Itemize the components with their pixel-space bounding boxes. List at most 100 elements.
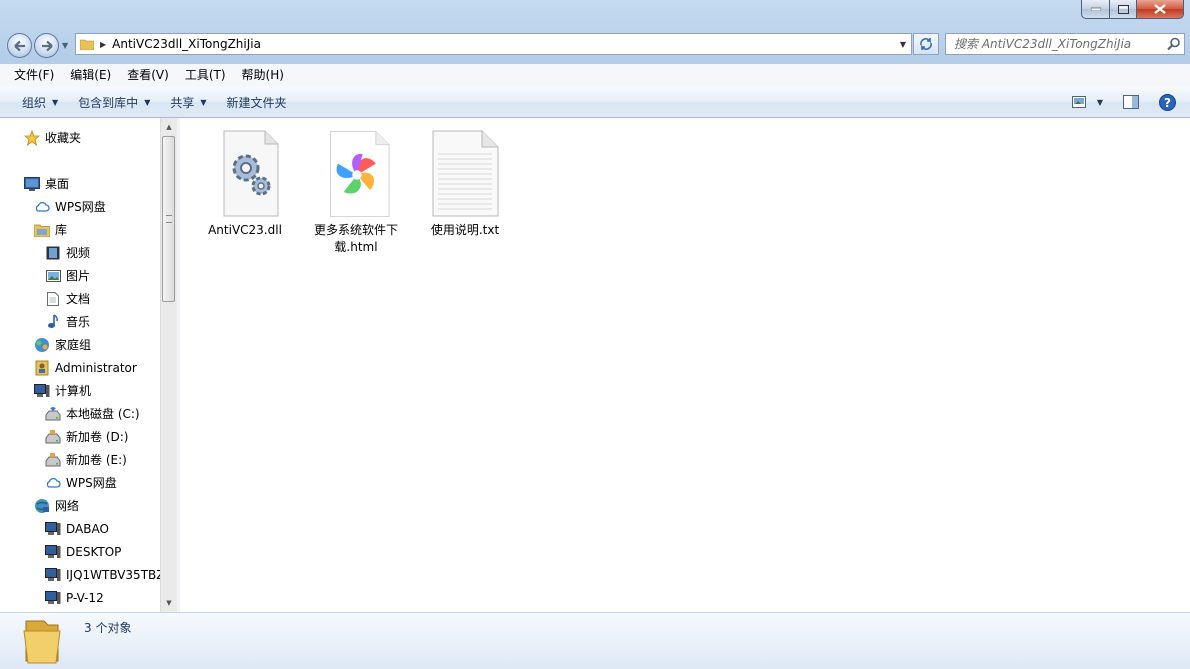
search-input[interactable] [952, 34, 1164, 54]
folder-icon [80, 39, 94, 50]
computer-icon [34, 383, 50, 399]
nav-item-p-v-12[interactable]: P-V-12 [45, 586, 104, 609]
scroll-thumb[interactable] [162, 136, 175, 302]
new-folder-label: 新建文件夹 [226, 95, 287, 110]
nav-item-label: 收藏夹 [45, 131, 82, 145]
back-arrow-icon [13, 40, 25, 51]
nav-item-drive-d[interactable]: 新加卷 (D:) [45, 425, 128, 448]
search-box[interactable] [945, 33, 1185, 55]
search-icon[interactable] [1164, 37, 1184, 51]
nav-item-drive-c[interactable]: 本地磁盘 (C:) [45, 402, 140, 425]
share-button[interactable]: 共享 ▼ [160, 94, 216, 111]
nav-item-homegroup[interactable]: 家庭组 [34, 333, 91, 356]
nav-item-label: 库 [55, 223, 68, 237]
minimize-icon [1090, 7, 1101, 11]
recent-pages-dropdown[interactable]: ▼ [62, 41, 68, 50]
chevron-down-icon: ▼ [144, 97, 151, 107]
homegroup-icon [34, 337, 50, 353]
chevron-down-icon: ▼ [200, 97, 207, 107]
address-path[interactable]: AntiVC23dll_XiTongZhiJia [112, 37, 895, 51]
help-icon: ? [1158, 93, 1176, 111]
file-item[interactable]: AntiVC23.dll [197, 128, 293, 239]
star-icon [24, 129, 40, 146]
nav-item-computer[interactable]: 计算机 [34, 379, 91, 402]
dll-gear-icon [210, 128, 280, 220]
include-in-library-label: 包含到库中 [78, 95, 139, 110]
breadcrumb-separator-icon[interactable]: ▶ [100, 40, 106, 49]
nav-item-label: 桌面 [45, 177, 70, 191]
nav-item-wps-cloud[interactable]: WPS网盘 [34, 195, 106, 218]
menu-edit[interactable]: 编辑(E) [62, 64, 119, 87]
nav-item-label: Administrator [55, 360, 137, 375]
nav-item-documents[interactable]: 文档 [45, 287, 90, 310]
preview-pane-icon [1123, 95, 1139, 109]
back-button[interactable] [7, 33, 32, 58]
nav-item-videos[interactable]: 视频 [45, 241, 90, 264]
forward-button[interactable] [34, 33, 59, 58]
maximize-button[interactable] [1110, 0, 1137, 19]
nav-item-label: 家庭组 [55, 338, 92, 352]
nav-item-label: P-V-12 [66, 590, 104, 605]
organize-button[interactable]: 组织 ▼ [12, 94, 68, 111]
file-view[interactable]: AntiVC23.dll 更多系统软件下载.html 使用说明.txt [180, 118, 1190, 612]
nav-item-library[interactable]: 库 [34, 218, 67, 241]
text-file-icon [430, 128, 500, 220]
chevron-down-icon: ▼ [52, 97, 59, 107]
nav-item-desktop[interactable]: 桌面 [24, 172, 69, 195]
file-name: 更多系统软件下载.html [313, 223, 398, 254]
nav-item-label: DESKTOP [66, 544, 122, 559]
browser-pinwheel-icon [321, 128, 391, 220]
nav-item-favorites[interactable]: 收藏夹 [24, 126, 81, 149]
nav-item-desktop-pc[interactable]: DESKTOP [45, 540, 121, 563]
menu-help[interactable]: 帮助(H) [234, 64, 292, 87]
nav-item-label: IJQ1WTBV35TBZ [66, 567, 160, 582]
share-label: 共享 [170, 95, 195, 110]
file-name: 使用说明.txt [430, 223, 500, 237]
nav-item-wps-cloud-2[interactable]: WPS网盘 [45, 471, 117, 494]
address-dropdown[interactable]: ▼ [895, 40, 911, 49]
nav-scrollbar[interactable]: ▲ ▼ [160, 118, 177, 612]
maximize-icon [1117, 4, 1129, 14]
preview-pane-button[interactable] [1118, 91, 1144, 113]
view-options-dropdown[interactable]: ▼ [1092, 91, 1108, 113]
explorer-window: ▼ ▶ AntiVC23dll_XiTongZhiJia ▼ 文件(F) 编辑(… [0, 0, 1190, 669]
file-item[interactable]: 更多系统软件下载.html [308, 128, 404, 256]
new-folder-button[interactable]: 新建文件夹 [217, 94, 297, 111]
nav-item-label: 文档 [66, 292, 91, 306]
computer-icon [45, 521, 61, 537]
refresh-button[interactable] [913, 33, 939, 55]
nav-item-music[interactable]: 音乐 [45, 310, 90, 333]
help-button[interactable]: ? [1154, 91, 1180, 113]
video-icon [45, 245, 61, 261]
nav-item-pictures[interactable]: 图片 [45, 264, 90, 287]
refresh-icon [920, 38, 932, 50]
nav-item-drive-e[interactable]: 新加卷 (E:) [45, 448, 127, 471]
nav-item-ijq1wtbv35tbz[interactable]: IJQ1WTBV35TBZ [45, 563, 160, 586]
computer-icon [45, 590, 61, 606]
menu-file[interactable]: 文件(F) [6, 64, 62, 87]
scroll-down-icon[interactable]: ▼ [161, 595, 177, 611]
desktop-icon [24, 176, 40, 192]
close-icon [1154, 4, 1166, 14]
scroll-up-icon[interactable]: ▲ [161, 119, 177, 135]
computer-icon [45, 544, 61, 560]
close-button[interactable] [1137, 0, 1184, 19]
view-controls: ▼ ? [1066, 87, 1190, 117]
menu-view[interactable]: 查看(V) [119, 64, 177, 87]
address-bar[interactable]: ▶ AntiVC23dll_XiTongZhiJia ▼ [75, 33, 912, 55]
nav-item-administrator[interactable]: Administrator [34, 356, 137, 379]
nav-item-label: 视频 [66, 246, 91, 260]
file-item[interactable]: 使用说明.txt [417, 128, 513, 239]
nav-item-dabao[interactable]: DABAO [45, 517, 109, 540]
menu-tools[interactable]: 工具(T) [177, 64, 234, 87]
forward-arrow-icon [41, 40, 53, 51]
minimize-button[interactable] [1081, 0, 1110, 19]
nav-item-label: WPS网盘 [55, 200, 106, 214]
nav-item-network[interactable]: 网络 [34, 494, 79, 517]
organize-label: 组织 [22, 95, 47, 110]
include-in-library-button[interactable]: 包含到库中 ▼ [68, 94, 160, 111]
nav-item-label: 图片 [66, 269, 91, 283]
nav-item-label: 新加卷 (E:) [66, 453, 127, 467]
change-view-button[interactable] [1066, 91, 1092, 113]
address-row: ▼ ▶ AntiVC23dll_XiTongZhiJia ▼ [0, 30, 1190, 60]
